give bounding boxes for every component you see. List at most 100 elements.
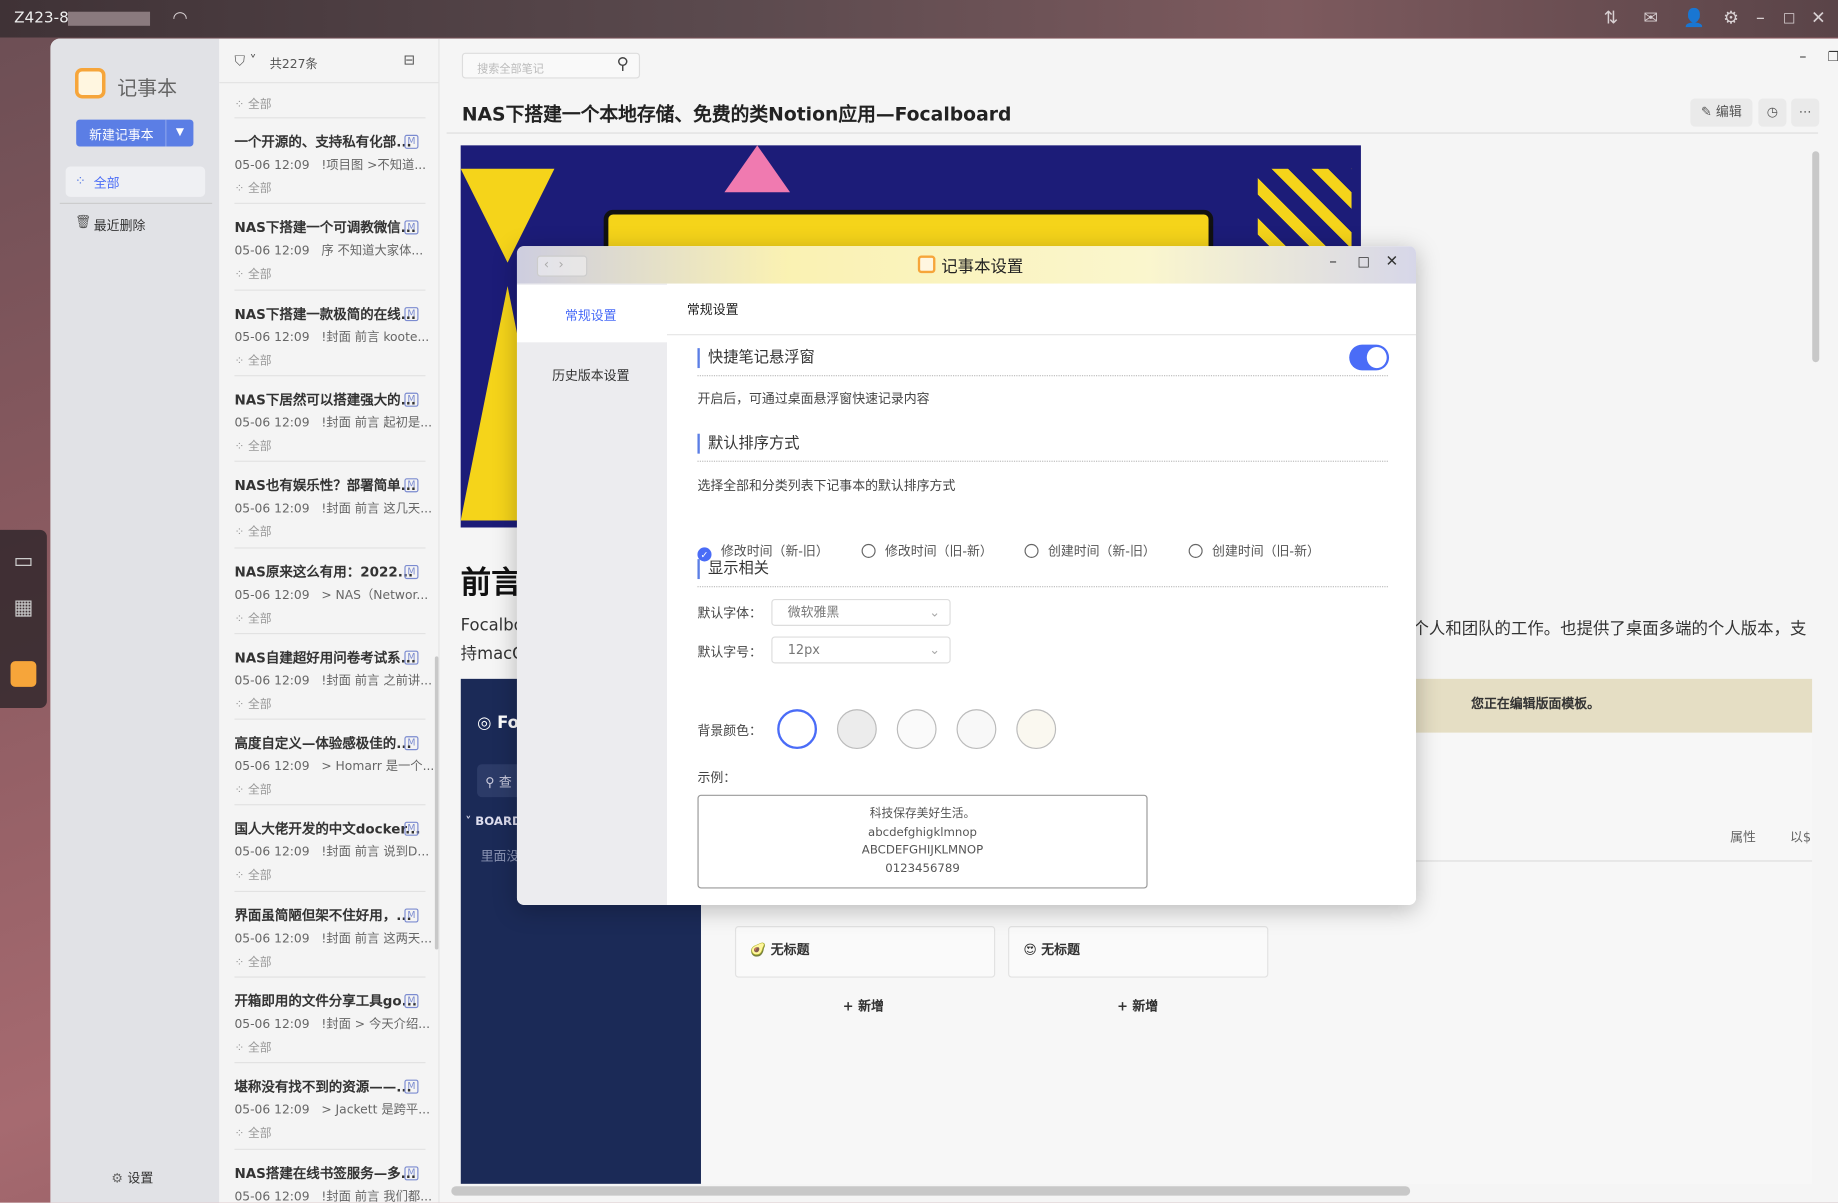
dropdown-arrow-icon[interactable]: ▼ — [165, 119, 193, 147]
search-label: 查 — [498, 774, 512, 791]
sort-icon[interactable]: ⇅ — [1604, 7, 1619, 28]
content-header: 常规设置 — [686, 302, 739, 318]
partial-note-tag: ⁘ 全部 — [234, 98, 272, 112]
sort-description: 选择全部和分类列表下记事本的默认排序方式 — [697, 478, 956, 494]
minimize-icon[interactable]: – — [1329, 253, 1337, 271]
forward-icon[interactable]: › — [558, 257, 573, 272]
sidebar-item-all[interactable]: ⁘ 全部 — [65, 166, 206, 197]
font-select[interactable]: 微软雅黑 ⌄ — [771, 598, 951, 626]
nav-back-forward[interactable]: ‹› — [536, 255, 588, 277]
list-scrollbar[interactable] — [434, 656, 439, 950]
sort-option-created-asc[interactable]: 创建时间（旧-新） — [1188, 542, 1320, 561]
float-toggle[interactable] — [1349, 344, 1390, 371]
list-item[interactable]: NAS自建超好用问卷考试系... M 05-06 12:09 !封面 前言 之前… — [234, 632, 432, 719]
settings-label: 设置 — [127, 1171, 154, 1187]
bg-color-option[interactable] — [836, 709, 877, 750]
list-item[interactable]: 开箱即用的文件分享工具go... M 05-06 12:09 !封面 > 今天介… — [234, 976, 430, 1062]
note-title: 界面虽简陋但架不住好用，... — [234, 906, 412, 924]
note-meta: 05-06 12:09 !封面 前言 koote... — [234, 328, 429, 346]
note-date: 05-06 12:09 — [234, 158, 310, 173]
note-meta: 05-06 12:09 > Jackett 是跨平... — [234, 1101, 430, 1119]
back-icon[interactable]: ‹ — [544, 257, 559, 272]
list-item[interactable]: NAS下居然可以搭建强大的... M 05-06 12:09 !封面 前言 起初… — [234, 374, 432, 461]
properties-button: 属性 — [1730, 829, 1756, 846]
note-meta: 05-06 12:09 !项目图 >不知道... — [234, 156, 426, 174]
search-input[interactable]: 搜索全部笔记 ⚲ — [461, 52, 641, 79]
window-restore-icon[interactable]: ❐ — [1827, 49, 1838, 64]
drive-icon[interactable]: ▭ — [11, 549, 37, 575]
markdown-badge: M — [404, 306, 419, 321]
close-icon[interactable]: ✕ — [1386, 253, 1399, 271]
search-placeholder: 搜索全部笔记 — [477, 63, 544, 77]
list-item[interactable]: 高度自定义—体验感极佳的... M 05-06 12:09 > Homarr 是… — [234, 718, 434, 805]
edit-button[interactable]: ✎ 编辑 — [1690, 98, 1753, 127]
note-preview: !封面 前言 我们都... — [321, 1189, 432, 1203]
app-logo — [75, 67, 106, 99]
list-item[interactable]: 堪称没有找不到的资源——... M 05-06 12:09 > Jackett … — [234, 1062, 430, 1148]
trash-icon: 🗑 — [75, 214, 92, 230]
bg-color-option[interactable] — [956, 709, 997, 750]
section-heading: 前言 — [460, 566, 522, 602]
note-date: 05-06 12:09 — [234, 587, 310, 602]
markdown-badge: M — [404, 478, 419, 493]
nav-item-general[interactable]: 常规设置 — [516, 284, 667, 343]
size-select[interactable]: 12px ⌄ — [771, 636, 951, 664]
window-minimize-icon[interactable]: – — [1799, 48, 1806, 64]
user-icon[interactable]: 👤 — [1683, 7, 1705, 28]
maximize-icon[interactable]: ☐ — [1357, 254, 1370, 270]
gear-icon[interactable]: ⚙ — [1723, 7, 1739, 28]
list-item[interactable]: NAS下搭建一款极简的在线... M 05-06 12:09 !封面 前言 ko… — [234, 289, 429, 375]
more-button[interactable]: ⋯ — [1791, 98, 1820, 127]
note-preview: > Homarr 是一个... — [321, 759, 435, 774]
boards-empty-text: 里面没 — [480, 848, 520, 864]
wifi-icon[interactable]: ◠ — [172, 7, 187, 28]
note-title: 堪称没有找不到的资源——... — [234, 1078, 412, 1096]
notepad-icon[interactable] — [10, 661, 37, 687]
divider — [666, 334, 1417, 336]
list-item[interactable]: NAS原来这么有用：2022... M 05-06 12:09 > NAS（Ne… — [234, 546, 429, 633]
dialog-title: 记事本设置 — [941, 257, 1024, 277]
tag-label: 全部 — [247, 182, 272, 196]
bg-color-option[interactable] — [777, 709, 818, 750]
section-title-float: 快捷笔记悬浮窗 — [697, 348, 815, 369]
note-tag: ⁘ 全部 — [234, 784, 272, 798]
history-button[interactable]: ◷ — [1758, 98, 1787, 127]
horizontal-scrollbar[interactable] — [451, 1186, 1411, 1196]
list-item[interactable]: NAS搭建在线书签服务—多... M 05-06 12:09 !封面 前言 我们… — [234, 1148, 432, 1203]
note-meta: 05-06 12:09 !封面 前言 说到D... — [234, 843, 429, 861]
new-notebook-button[interactable]: 新建记事本 ▼ — [76, 119, 194, 147]
tag-label: 全部 — [247, 1128, 272, 1141]
sidebar-item-recently-deleted[interactable]: 🗑 最近删除 — [75, 215, 204, 238]
sort-option-modified-asc[interactable]: 修改时间（旧-新） — [861, 542, 993, 561]
close-icon[interactable]: ✕ — [1811, 7, 1826, 28]
radio-icon — [1188, 543, 1203, 558]
list-item[interactable]: 界面虽简陋但架不住好用，... M 05-06 12:09 !封面 前言 这两天… — [234, 890, 432, 977]
history-icon: ◷ — [1766, 104, 1778, 120]
minimize-icon[interactable]: – — [1756, 7, 1765, 28]
markdown-badge: M — [404, 1079, 419, 1095]
bg-color-option[interactable] — [1016, 709, 1057, 750]
list-item[interactable]: NAS也有娱乐性？部署简单... M 05-06 12:09 !封面 前言 这几… — [234, 460, 432, 547]
maximize-icon[interactable]: ☐ — [1783, 11, 1796, 27]
list-item[interactable]: 国人大佬开发的中文docker... M 05-06 12:09 !封面 前言 … — [234, 804, 429, 891]
radio-label: 修改时间（旧-新） — [885, 543, 993, 560]
bg-color-option[interactable] — [896, 709, 937, 750]
note-date: 05-06 12:09 — [234, 1017, 310, 1032]
mail-icon[interactable]: ✉ — [1643, 7, 1658, 28]
note-preview: > NAS（Networ... — [321, 587, 429, 602]
settings-button[interactable]: ⚙ 设置 — [111, 1169, 153, 1188]
sort-toggle-icon[interactable]: ⊟ — [403, 52, 415, 68]
tag-label: 全部 — [247, 1042, 272, 1055]
sort-option-created-desc[interactable]: 创建时间（新-旧） — [1024, 542, 1156, 561]
vertical-scrollbar[interactable] — [1812, 151, 1820, 363]
search-icon[interactable]: ⚲ — [617, 55, 629, 74]
list-item[interactable]: 一个开源的、支持私有化部... M 05-06 12:09 !项目图 >不知道.… — [234, 117, 426, 203]
list-item[interactable]: NAS下搭建一个可调教微信... M 05-06 12:09 序 不知道大家体.… — [234, 203, 426, 289]
paragraph-text: 个人和团队的工作。也提供了桌面多端的个人版本，支 — [1412, 620, 1807, 639]
filter-icon[interactable]: ⛉ ˅ — [234, 53, 256, 71]
nav-item-history[interactable]: 历史版本设置 — [517, 354, 667, 389]
divider — [697, 586, 1388, 588]
apps-icon[interactable]: ▦ — [11, 595, 37, 621]
markdown-badge: M — [404, 736, 419, 751]
divider — [697, 375, 1388, 377]
